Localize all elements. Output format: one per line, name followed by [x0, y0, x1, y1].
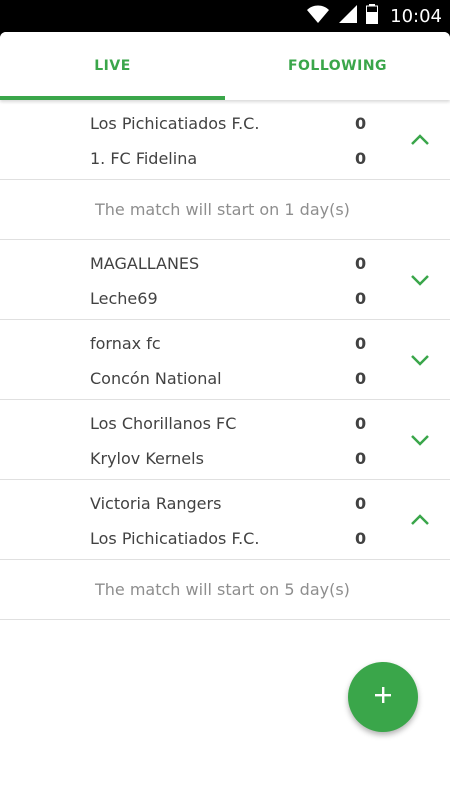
tab-bar: LIVE FOLLOWING	[0, 32, 450, 100]
battery-icon	[366, 4, 379, 28]
chevron-up-icon[interactable]	[406, 509, 434, 531]
chevron-down-icon[interactable]	[406, 429, 434, 451]
home-score: 0	[355, 254, 367, 273]
home-team: Victoria Rangers	[90, 494, 222, 513]
match-info: The match will start on 5 day(s)	[0, 560, 450, 620]
tab-live[interactable]: LIVE	[0, 32, 225, 100]
match-info: The match will start on 1 day(s)	[0, 180, 450, 240]
home-score: 0	[355, 414, 367, 433]
tab-following[interactable]: FOLLOWING	[225, 32, 450, 100]
home-team: MAGALLANES	[90, 254, 200, 273]
chevron-down-icon[interactable]	[406, 349, 434, 371]
away-team: Leche69	[90, 289, 158, 308]
away-score: 0	[355, 449, 367, 468]
home-score: 0	[355, 334, 367, 353]
status-time: 10:04	[390, 5, 442, 27]
home-team: fornax fc	[90, 334, 161, 353]
chevron-down-icon[interactable]	[406, 269, 434, 291]
away-score: 0	[355, 289, 367, 308]
away-score: 0	[355, 369, 367, 388]
home-team: Los Pichicatiados F.C.	[90, 114, 260, 133]
match-row[interactable]: Los Pichicatiados F.C. 0 1. FC Fidelina …	[0, 100, 450, 180]
match-row[interactable]: MAGALLANES 0 Leche69 0	[0, 240, 450, 320]
home-team: Los Chorillanos FC	[90, 414, 237, 433]
add-match-button[interactable]	[348, 662, 418, 732]
match-row[interactable]: Los Chorillanos FC 0 Krylov Kernels 0	[0, 400, 450, 480]
away-team: Krylov Kernels	[90, 449, 204, 468]
chevron-up-icon[interactable]	[406, 129, 434, 151]
match-start-info: The match will start on 5 day(s)	[95, 580, 350, 599]
plus-icon	[373, 685, 393, 709]
tab-live-label: LIVE	[94, 58, 131, 74]
away-team: 1. FC Fidelina	[90, 149, 198, 168]
away-score: 0	[355, 529, 367, 548]
wifi-icon	[306, 4, 330, 28]
tab-following-label: FOLLOWING	[287, 58, 388, 74]
away-team: Concón National	[90, 369, 222, 388]
home-score: 0	[355, 494, 367, 513]
match-list: Los Pichicatiados F.C. 0 1. FC Fidelina …	[0, 100, 450, 620]
status-bar: 10:04	[0, 0, 450, 32]
match-row[interactable]: fornax fc 0 Concón National 0	[0, 320, 450, 400]
signal-icon	[338, 4, 358, 28]
away-score: 0	[355, 149, 367, 168]
home-score: 0	[355, 114, 367, 133]
match-start-info: The match will start on 1 day(s)	[95, 200, 350, 219]
away-team: Los Pichicatiados F.C.	[90, 529, 260, 548]
match-row[interactable]: Victoria Rangers 0 Los Pichicatiados F.C…	[0, 480, 450, 560]
